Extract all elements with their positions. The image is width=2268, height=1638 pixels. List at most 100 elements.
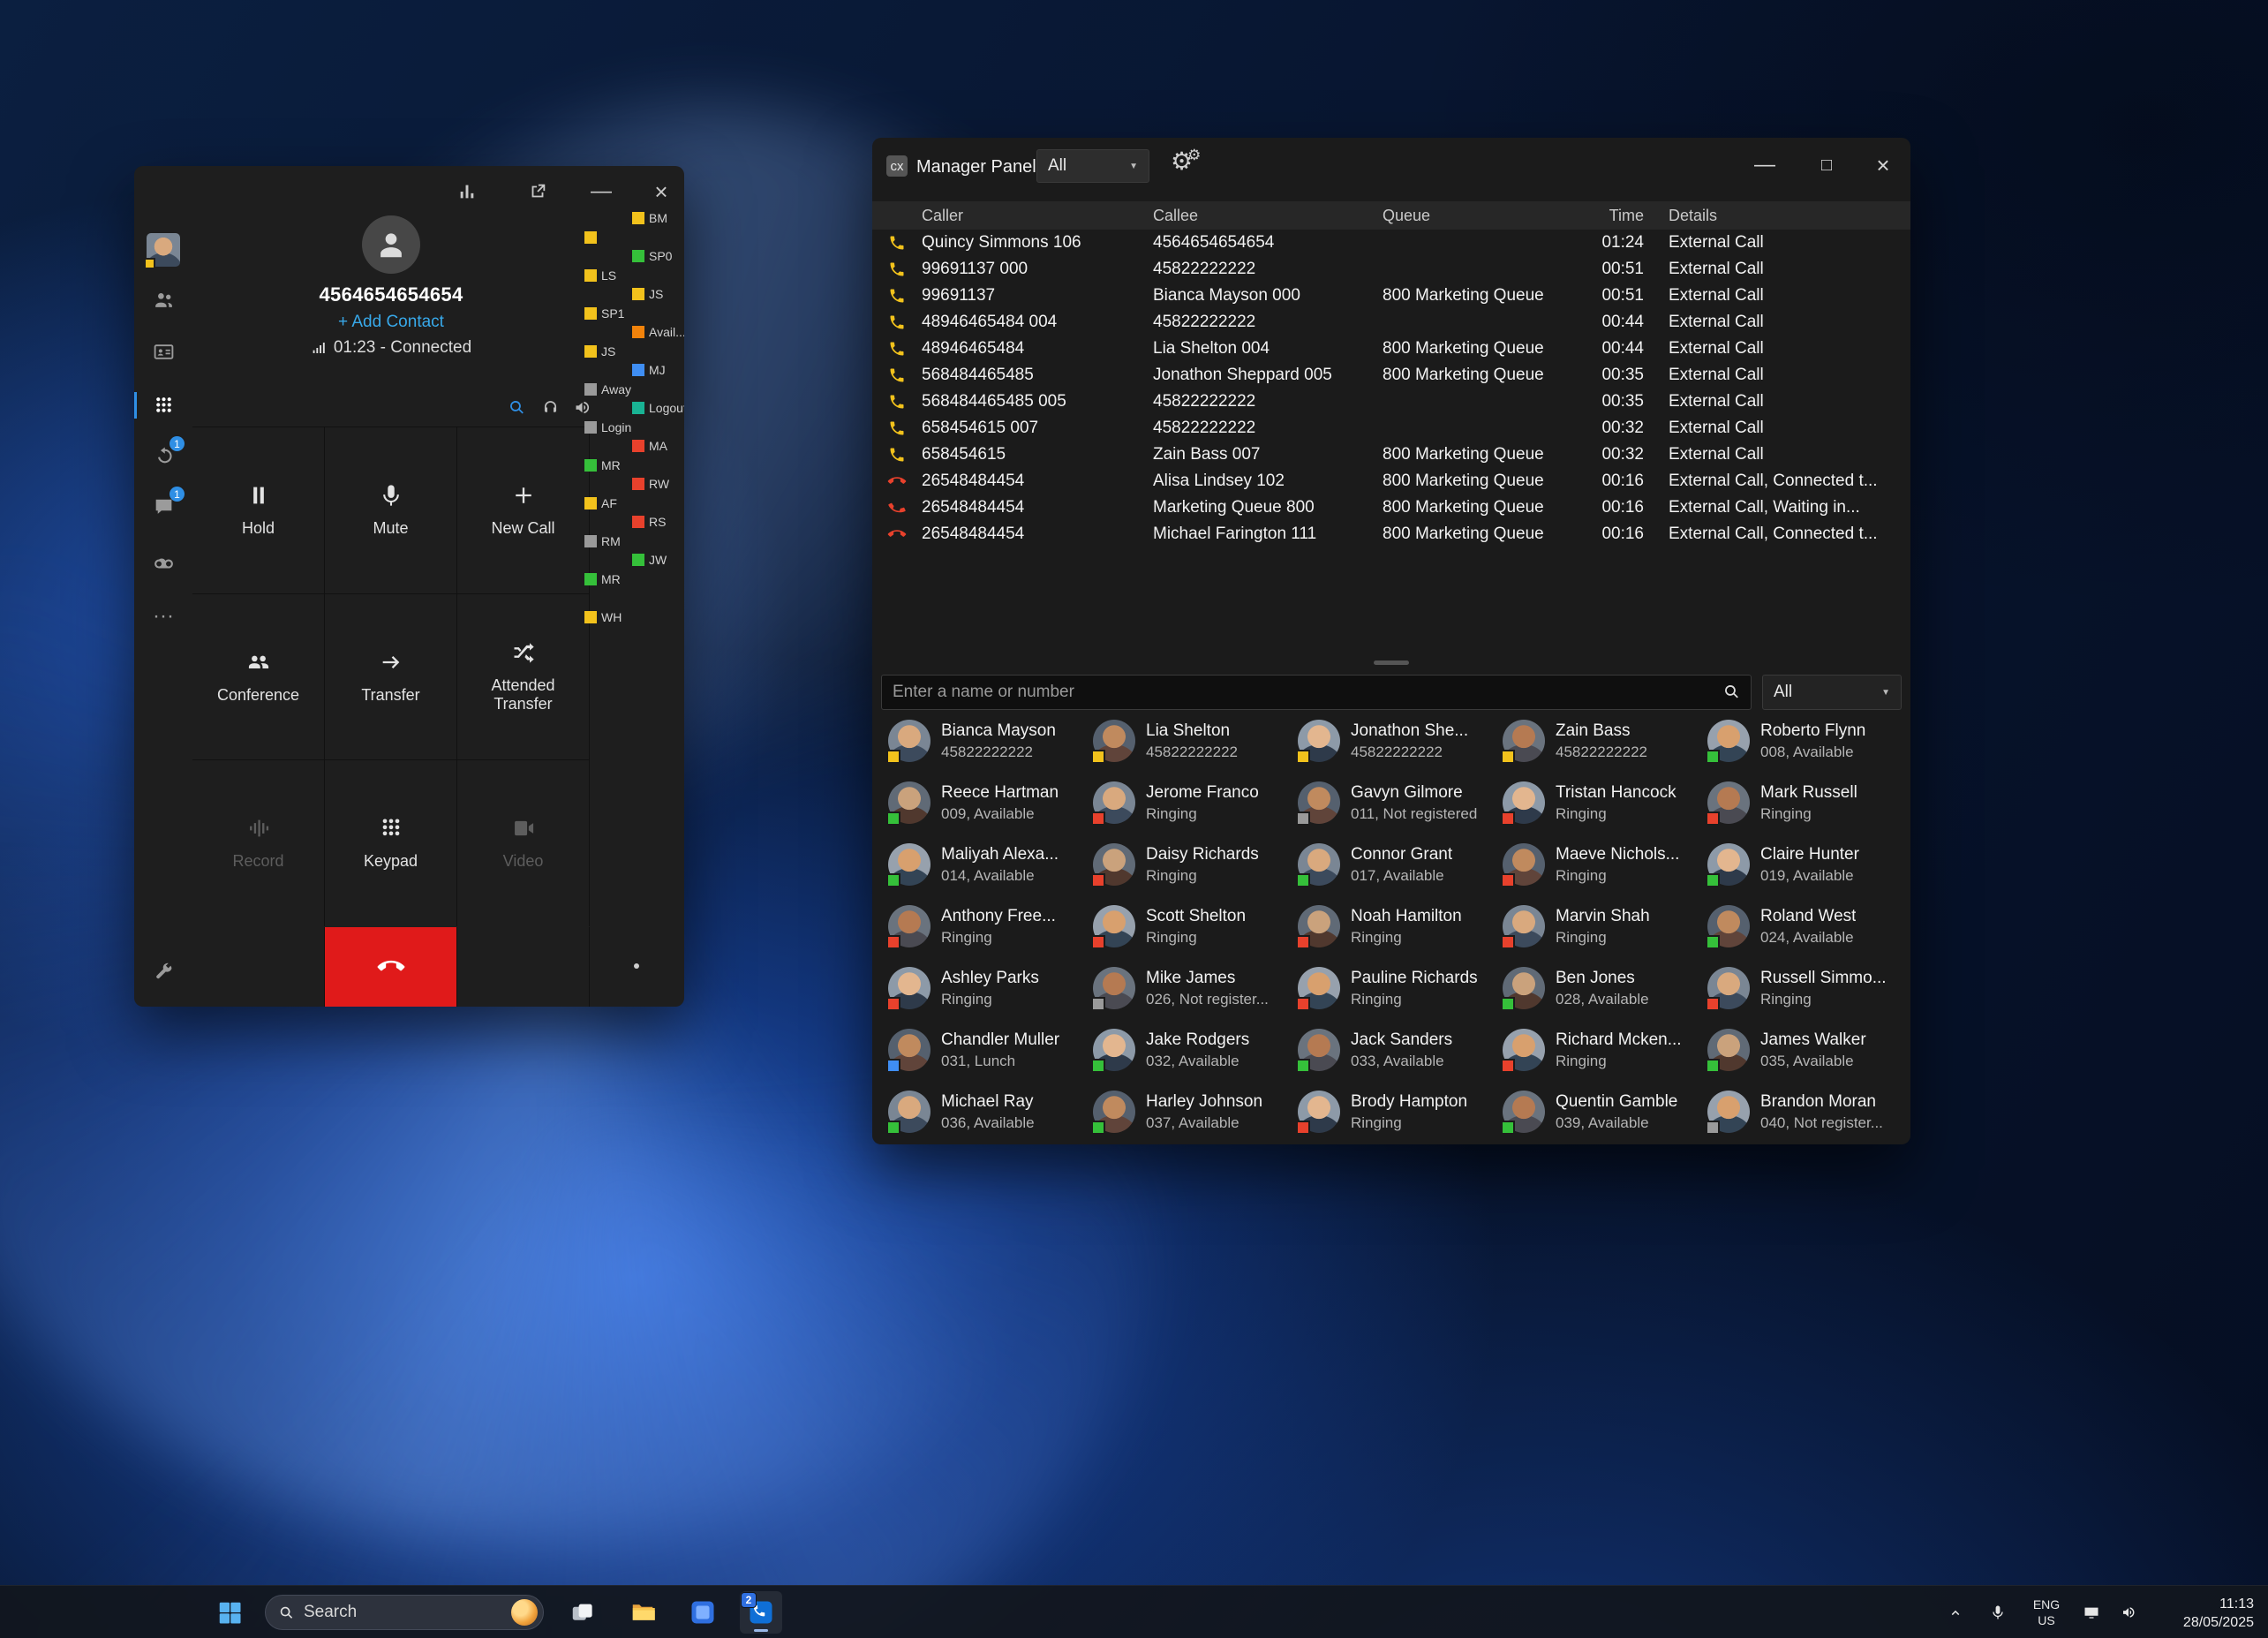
presence-item[interactable]: RM xyxy=(584,533,621,549)
contact-card[interactable]: Noah HamiltonRinging xyxy=(1289,895,1494,957)
contact-card[interactable]: Mike James026, Not register... xyxy=(1084,957,1289,1019)
start-button[interactable] xyxy=(208,1591,251,1634)
file-explorer-button[interactable] xyxy=(622,1591,664,1634)
contact-filter-dropdown[interactable]: All ▼ xyxy=(1762,675,1902,710)
attended-transfer-button[interactable]: Attended Transfer xyxy=(457,594,589,760)
add-contact-link[interactable]: + Add Contact xyxy=(192,313,590,332)
call-row[interactable]: 48946465484 0044582222222200:44External … xyxy=(872,309,1910,336)
contact-card[interactable]: Russell Simmo...Ringing xyxy=(1699,957,1903,1019)
hold-button[interactable]: Hold xyxy=(192,427,324,593)
keypad-button[interactable]: Keypad xyxy=(325,760,456,926)
contact-card[interactable]: Connor Grant017, Available xyxy=(1289,834,1494,895)
contact-card[interactable]: Pauline RichardsRinging xyxy=(1289,957,1494,1019)
close-icon[interactable]: × xyxy=(646,177,676,207)
contact-card[interactable]: Jonathon She...45822222222 xyxy=(1289,710,1494,772)
contact-card[interactable]: Scott SheltonRinging xyxy=(1084,895,1289,957)
contact-card[interactable]: Jake Rodgers032, Available xyxy=(1084,1019,1289,1081)
taskbar-app-3cx[interactable]: 2 xyxy=(740,1591,782,1634)
contact-card[interactable]: Ashley ParksRinging xyxy=(879,957,1084,1019)
close-icon[interactable]: × xyxy=(1866,148,1900,182)
sidebar-item-contacts[interactable] xyxy=(134,279,192,320)
hangup-button[interactable] xyxy=(325,927,456,1007)
call-row[interactable]: 658454615 0074582222222200:32External Ca… xyxy=(872,415,1910,442)
call-row[interactable]: 26548484454Michael Farington 111800 Mark… xyxy=(872,521,1910,547)
contact-card[interactable]: Jack Sanders033, Available xyxy=(1289,1019,1494,1081)
contact-card[interactable]: Mark RussellRinging xyxy=(1699,772,1903,834)
settings-wrench-icon[interactable] xyxy=(134,950,192,991)
taskbar-app-blue[interactable] xyxy=(682,1591,724,1634)
contact-card[interactable]: Brandon Moran040, Not register... xyxy=(1699,1081,1903,1143)
tray-mic-icon[interactable] xyxy=(1983,1598,2013,1627)
call-row[interactable]: 48946465484Lia Shelton 004800 Marketing … xyxy=(872,336,1910,362)
contact-card[interactable]: Maeve Nichols...Ringing xyxy=(1494,834,1699,895)
minimize-icon[interactable]: — xyxy=(1748,148,1782,182)
contact-card[interactable]: Bianca Mayson45822222222 xyxy=(879,710,1084,772)
presence-item[interactable]: MR xyxy=(584,571,621,587)
sidebar-item-history[interactable]: 1 xyxy=(134,435,192,476)
contact-card[interactable]: Marvin ShahRinging xyxy=(1494,895,1699,957)
contact-card[interactable]: Claire Hunter019, Available xyxy=(1699,834,1903,895)
call-row[interactable]: Quincy Simmons 106456465465465401:24Exte… xyxy=(872,230,1910,256)
settings-gears-icon[interactable]: ⚙⚙ xyxy=(1171,147,1201,176)
presence-item[interactable]: MA xyxy=(632,438,667,454)
panel-splitter-handle[interactable] xyxy=(1374,660,1409,665)
presence-item[interactable] xyxy=(584,230,601,245)
tray-volume-icon[interactable] xyxy=(2114,1598,2144,1627)
presence-item[interactable]: Login xyxy=(584,419,631,435)
contact-card[interactable]: James Walker035, Available xyxy=(1699,1019,1903,1081)
presence-item[interactable]: RW xyxy=(632,476,669,492)
presence-item[interactable]: Logout xyxy=(632,400,684,416)
presence-item[interactable]: JW xyxy=(632,552,667,568)
new-call-button[interactable]: New Call xyxy=(457,427,589,593)
contact-card[interactable]: Brody HamptonRinging xyxy=(1289,1081,1494,1143)
call-row[interactable]: 26548484454Alisa Lindsey 102800 Marketin… xyxy=(872,468,1910,494)
contact-card[interactable]: Zain Bass45822222222 xyxy=(1494,710,1699,772)
contact-card[interactable]: Lia Shelton45822222222 xyxy=(1084,710,1289,772)
call-row[interactable]: 568484465485Jonathon Sheppard 005800 Mar… xyxy=(872,362,1910,389)
contact-card[interactable]: Anthony Free...Ringing xyxy=(879,895,1084,957)
presence-item[interactable]: LS xyxy=(584,268,616,283)
contact-card[interactable]: Quentin Gamble039, Available xyxy=(1494,1081,1699,1143)
contact-card[interactable]: Tristan HancockRinging xyxy=(1494,772,1699,834)
contact-card[interactable]: Maliyah Alexa...014, Available xyxy=(879,834,1084,895)
call-row[interactable]: 26548484454Marketing Queue 800800 Market… xyxy=(872,494,1910,521)
contact-card[interactable]: Daisy RichardsRinging xyxy=(1084,834,1289,895)
headset-icon[interactable] xyxy=(537,394,563,420)
minimize-icon[interactable]: — xyxy=(586,177,616,207)
sidebar-item-chat[interactable]: 1 xyxy=(134,486,192,526)
presence-item[interactable]: MJ xyxy=(632,362,666,378)
sidebar-item-voicemail[interactable] xyxy=(134,542,192,583)
more-options-icon[interactable]: ··· xyxy=(134,596,192,637)
contact-card[interactable]: Roberto Flynn008, Available xyxy=(1699,710,1903,772)
contact-search-input[interactable] xyxy=(881,675,1752,710)
crm-search-icon[interactable] xyxy=(503,394,530,420)
contact-card[interactable]: Reece Hartman009, Available xyxy=(879,772,1084,834)
language-switcher[interactable]: ENG US xyxy=(2023,1597,2069,1628)
presence-item[interactable]: SP0 xyxy=(632,248,672,264)
hidden-icons-chevron[interactable] xyxy=(1940,1598,1970,1627)
taskbar-search[interactable]: Search xyxy=(265,1595,544,1630)
call-row[interactable]: 99691137 0004582222222200:51External Cal… xyxy=(872,256,1910,283)
contact-card[interactable]: Harley Johnson037, Available xyxy=(1084,1081,1289,1143)
call-row[interactable]: 568484465485 0054582222222200:35External… xyxy=(872,389,1910,415)
call-row[interactable]: 658454615Zain Bass 007800 Marketing Queu… xyxy=(872,442,1910,468)
calls-filter-dropdown[interactable]: All ▼ xyxy=(1036,149,1149,183)
contact-card[interactable]: Michael Ray036, Available xyxy=(879,1081,1084,1143)
call-row[interactable]: 99691137Bianca Mayson 000800 Marketing Q… xyxy=(872,283,1910,309)
presence-item[interactable]: RS xyxy=(632,514,666,530)
presence-item[interactable]: JS xyxy=(584,343,615,359)
transfer-button[interactable]: Transfer xyxy=(325,594,456,760)
user-avatar[interactable] xyxy=(147,233,180,267)
contact-card[interactable]: Ben Jones028, Available xyxy=(1494,957,1699,1019)
task-view-button[interactable] xyxy=(561,1591,604,1634)
presence-item[interactable]: Avail... xyxy=(632,324,684,340)
taskbar-clock[interactable]: 11:13 28/05/2025 xyxy=(2183,1596,2254,1633)
contact-card[interactable]: Jerome FrancoRinging xyxy=(1084,772,1289,834)
sidebar-item-contact-card[interactable] xyxy=(134,331,192,372)
contact-card[interactable]: Richard Mcken...Ringing xyxy=(1494,1019,1699,1081)
tray-display-icon[interactable] xyxy=(2076,1598,2106,1627)
presence-item[interactable]: Away xyxy=(584,381,631,397)
presence-item[interactable]: BM xyxy=(632,210,667,226)
maximize-icon[interactable]: □ xyxy=(1810,148,1843,182)
contact-card[interactable]: Roland West024, Available xyxy=(1699,895,1903,957)
